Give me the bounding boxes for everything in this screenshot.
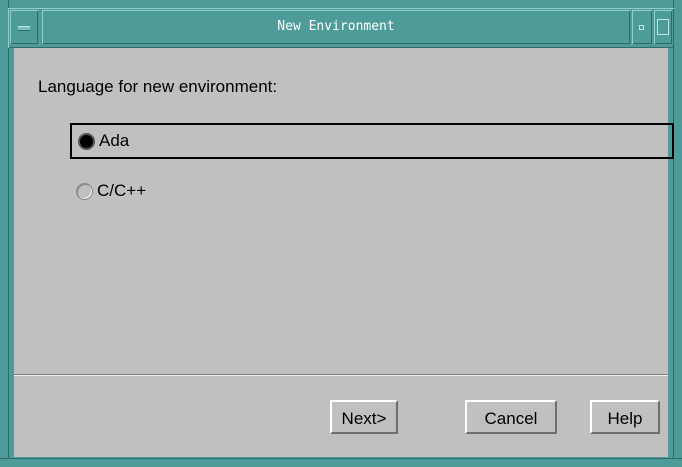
radio-option-label: C/C++: [97, 181, 147, 200]
dialog-body: Language for new environment: Ada C/C++ …: [14, 48, 674, 457]
frame-left-edge[interactable]: [0, 0, 9, 467]
window-frame: New Environment Language for new environ…: [0, 0, 682, 467]
next-button[interactable]: Next>: [330, 400, 398, 434]
minimize-glyph: [639, 25, 644, 30]
maximize-glyph: [657, 19, 669, 35]
radio-selected-icon[interactable]: [78, 133, 95, 150]
maximize-icon[interactable]: [654, 10, 672, 44]
frame-right-edge[interactable]: [673, 0, 682, 467]
help-button[interactable]: Help: [590, 400, 660, 434]
title-bar[interactable]: New Environment: [8, 8, 674, 48]
button-separator: [14, 374, 668, 376]
radio-option-label: Ada: [99, 131, 130, 150]
frame-bottom-edge[interactable]: [0, 458, 682, 467]
cancel-button[interactable]: Cancel: [465, 400, 557, 434]
radio-option-ada[interactable]: Ada: [70, 123, 674, 159]
window-title[interactable]: New Environment: [42, 10, 630, 44]
minimize-icon[interactable]: [632, 10, 652, 44]
window-menu-bar-glyph: [18, 26, 30, 31]
radio-option-c-cpp[interactable]: C/C++: [70, 175, 674, 211]
language-prompt: Language for new environment:: [38, 77, 278, 96]
radio-unselected-icon[interactable]: [76, 183, 93, 200]
window-menu-icon[interactable]: [10, 10, 38, 44]
